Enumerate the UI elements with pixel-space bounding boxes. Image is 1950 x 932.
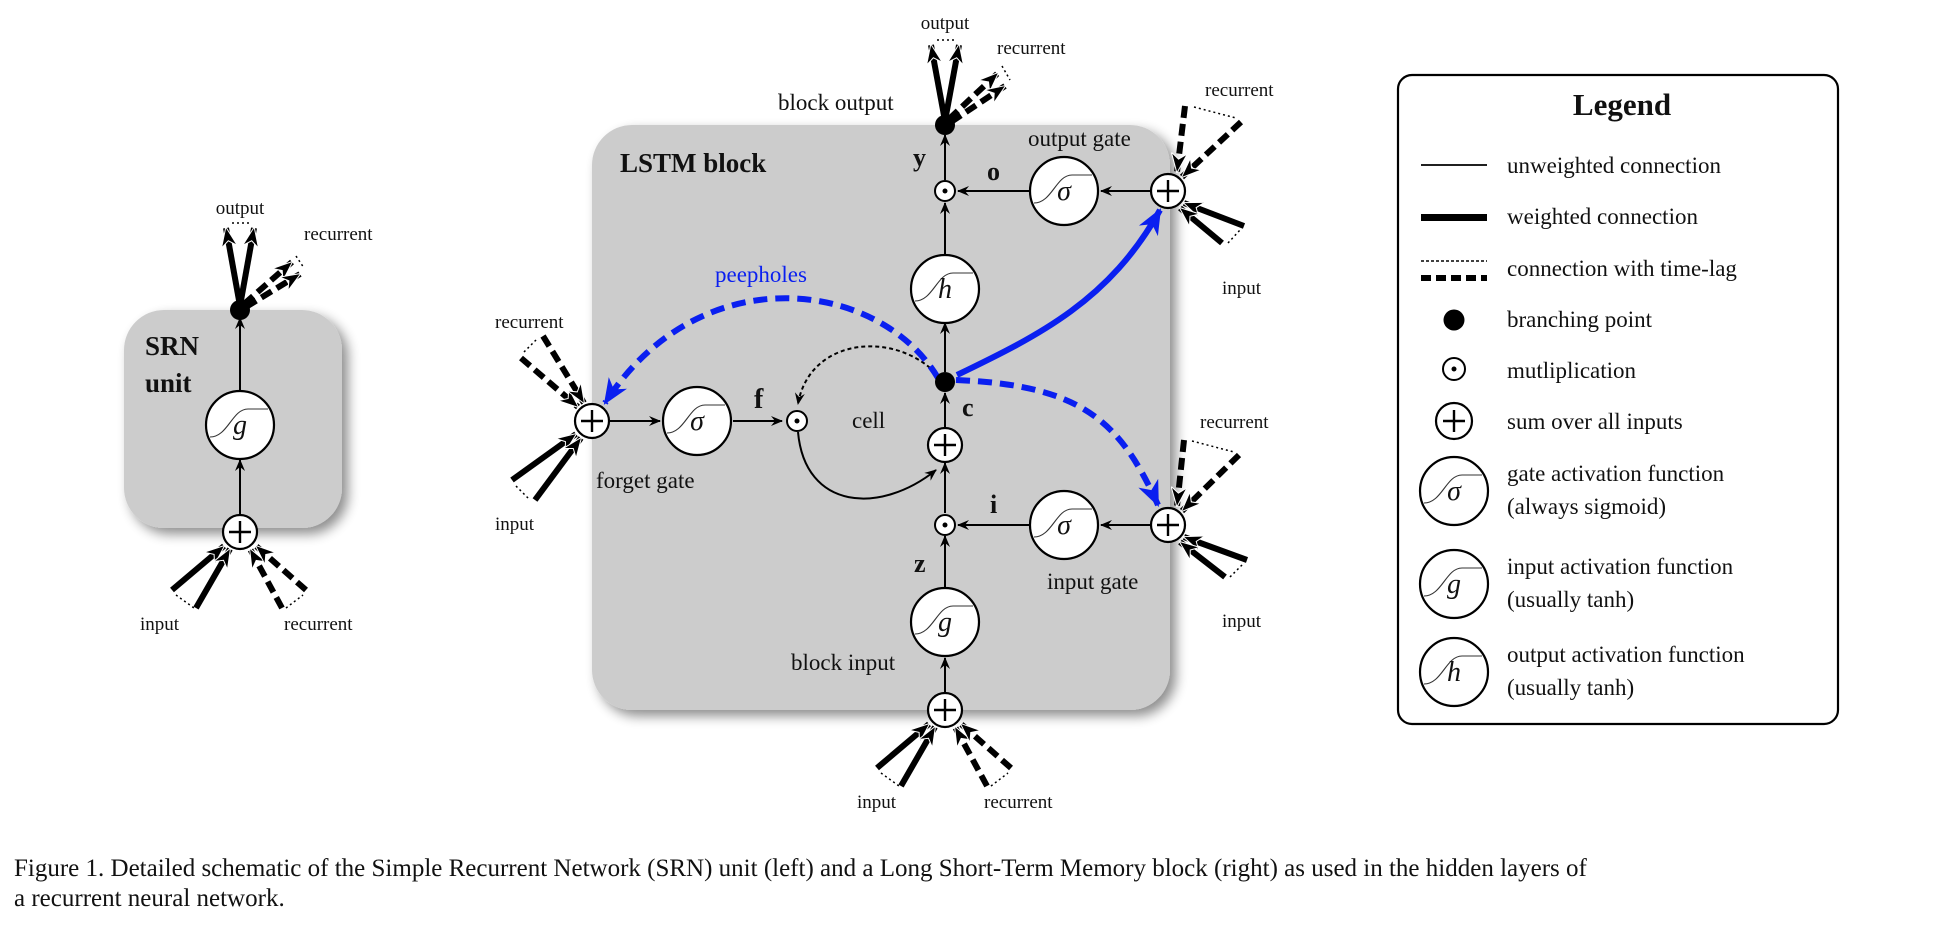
forget-gate-sigma-node: σ bbox=[661, 385, 733, 457]
g-symbol: g bbox=[938, 607, 952, 638]
legend-g-glyph: g bbox=[1447, 569, 1461, 600]
block-input-g-node: g bbox=[909, 586, 981, 658]
legend-item-label: connection with time-lag bbox=[1507, 256, 1737, 281]
legend-sigma-glyph: σ bbox=[1447, 476, 1462, 507]
blockinput-recurrent-label: recurrent bbox=[984, 792, 1053, 813]
ingate-recurrent-arrow-2 bbox=[1179, 452, 1242, 514]
forget-gate-label: forget gate bbox=[596, 468, 695, 493]
lstm-recurrent-out-label: recurrent bbox=[997, 38, 1066, 59]
input-gate-sum-node bbox=[1149, 506, 1187, 544]
output-gate-sigma-symbol: σ bbox=[1057, 176, 1072, 207]
forget-recurrent-arrow-1 bbox=[519, 355, 580, 410]
input-gate-sigma-node: σ bbox=[1028, 489, 1100, 561]
legend: Legend σ g h unweighted connection weigh… bbox=[1396, 73, 1840, 726]
peepholes-label: peepholes bbox=[715, 262, 807, 287]
srn-recurrent-out-label: recurrent bbox=[304, 224, 373, 245]
legend-item-label: branching point bbox=[1507, 307, 1653, 332]
lstm-output-arrow-1 bbox=[931, 45, 948, 122]
lstm-title: LSTM block bbox=[620, 148, 766, 178]
legend-item-label: unweighted connection bbox=[1507, 153, 1721, 178]
caption-line-2: a recurrent neural network. bbox=[14, 885, 285, 912]
lstm-block: LSTM block peepholes σ σ σ h g output re… bbox=[495, 13, 1274, 813]
block-input-label: block input bbox=[791, 650, 896, 675]
lstm-output-arrow-2 bbox=[942, 45, 959, 122]
var-i: i bbox=[990, 490, 997, 519]
srn-title: SRN bbox=[145, 331, 200, 361]
forget-recurrent-label: recurrent bbox=[495, 312, 564, 333]
srn-g-node: g bbox=[204, 389, 276, 461]
srn-unit: SRN unit g input recurrent output recurr… bbox=[124, 198, 373, 635]
legend-item-label: input activation function bbox=[1507, 554, 1734, 579]
legend-sum-icon bbox=[1434, 401, 1474, 441]
legend-g-icon: g bbox=[1418, 548, 1490, 620]
ingate-recurrent-label: recurrent bbox=[1200, 412, 1269, 433]
forget-gate-sum-node bbox=[573, 402, 611, 440]
cell-label: cell bbox=[852, 408, 885, 433]
srn-recurrent-in-label: recurrent bbox=[284, 614, 353, 635]
var-y: y bbox=[913, 143, 926, 172]
legend-item-label: weighted connection bbox=[1507, 204, 1698, 229]
blockinput-recurrent-arrow-1 bbox=[952, 727, 990, 788]
legend-title: Legend bbox=[1573, 87, 1671, 122]
var-z: z bbox=[914, 549, 926, 578]
outgate-input-label: input bbox=[1222, 278, 1262, 299]
cell-branch-point bbox=[935, 372, 955, 392]
legend-h-glyph: h bbox=[1447, 657, 1461, 688]
input-mult-node bbox=[934, 514, 956, 536]
srn-output-arrow-2 bbox=[237, 228, 254, 307]
outgate-recurrent-arrow-1 bbox=[1177, 105, 1188, 172]
outgate-recurrent-arrow-2 bbox=[1179, 119, 1244, 180]
output-gate-sum-node bbox=[1149, 172, 1187, 210]
srn-title-2: unit bbox=[145, 368, 192, 398]
legend-item-label: gate activation function bbox=[1507, 461, 1725, 486]
output-activation-h-node: h bbox=[909, 253, 981, 325]
var-c: c bbox=[962, 393, 974, 422]
output-mult-node bbox=[934, 180, 956, 202]
block-input-sum-node bbox=[926, 691, 964, 729]
ingate-input-arrow-1 bbox=[1184, 534, 1249, 563]
outgate-recurrent-label: recurrent bbox=[1205, 80, 1274, 101]
srn-sum-node bbox=[221, 513, 259, 551]
lstm-output-label: output bbox=[921, 13, 970, 34]
legend-item-sublabel: (always sigmoid) bbox=[1507, 494, 1666, 519]
output-gate-label: output gate bbox=[1028, 126, 1131, 151]
caption-line-1: Figure 1. Detailed schematic of the Simp… bbox=[14, 855, 1587, 882]
blockinput-input-label: input bbox=[857, 792, 897, 813]
legend-h-icon: h bbox=[1418, 636, 1490, 708]
legend-sigma-icon: σ bbox=[1418, 455, 1490, 527]
ingate-input-label: input bbox=[1222, 611, 1262, 632]
var-f: f bbox=[754, 384, 764, 415]
forget-gate-sigma-symbol: σ bbox=[690, 406, 705, 437]
legend-branch-point-icon bbox=[1443, 309, 1465, 331]
srn-output-arrow-1 bbox=[226, 228, 243, 307]
forget-input-label: input bbox=[495, 514, 535, 535]
figure-canvas: SRN unit g input recurrent output recurr… bbox=[124, 13, 1840, 813]
forget-mult-node bbox=[786, 410, 808, 432]
ingate-recurrent-arrow-1 bbox=[1177, 439, 1187, 506]
srn-recurrent-in-arrow-1 bbox=[247, 549, 285, 610]
srn-input-label: input bbox=[140, 614, 180, 635]
h-symbol: h bbox=[938, 274, 952, 305]
input-gate-sigma-symbol: σ bbox=[1057, 510, 1072, 541]
srn-output-label: output bbox=[216, 198, 265, 219]
legend-item-sublabel: (usually tanh) bbox=[1507, 587, 1634, 612]
legend-item-sublabel: (usually tanh) bbox=[1507, 675, 1634, 700]
figure-caption: Figure 1. Detailed schematic of the Simp… bbox=[14, 854, 1936, 914]
legend-multiplication-icon bbox=[1442, 357, 1466, 381]
cell-sum-node bbox=[926, 426, 964, 464]
output-gate-sigma-node: σ bbox=[1028, 155, 1100, 227]
legend-item-label: output activation function bbox=[1507, 642, 1745, 667]
legend-item-label: mutliplication bbox=[1507, 358, 1637, 383]
var-o: o bbox=[987, 157, 1000, 186]
block-output-label: block output bbox=[778, 90, 894, 115]
legend-item-label: sum over all inputs bbox=[1507, 409, 1683, 434]
input-gate-label: input gate bbox=[1047, 569, 1138, 594]
srn-g-symbol: g bbox=[233, 410, 247, 441]
legend-thick-line-icon bbox=[1421, 214, 1487, 221]
